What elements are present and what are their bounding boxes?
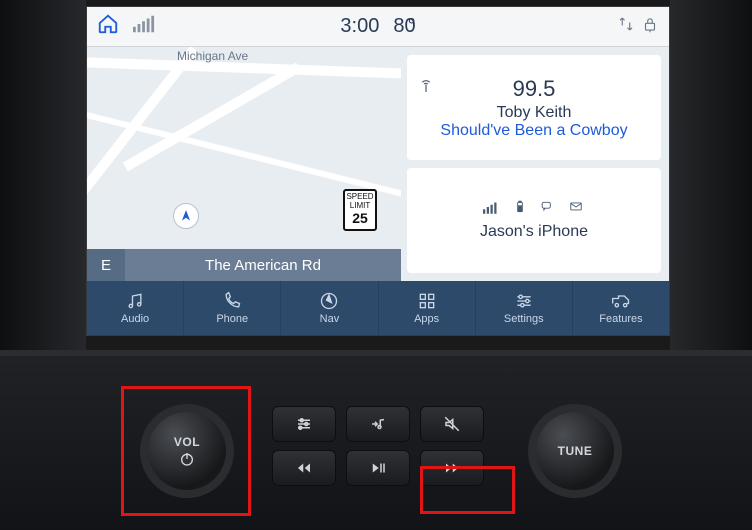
play-pause-button[interactable] [346, 450, 410, 486]
vehicle-cursor [173, 203, 199, 229]
infotainment-screen: 3:00 80° Michigan Ave SPEED LIM [86, 6, 670, 336]
prev-track-button[interactable] [272, 450, 336, 486]
truck-icon [610, 291, 632, 311]
artist-name: Toby Keith [497, 104, 572, 122]
tab-nav[interactable]: Nav [281, 281, 378, 335]
heading: E [87, 249, 125, 281]
tab-apps[interactable]: Apps [379, 281, 476, 335]
home-icon [97, 13, 119, 35]
song-title: Should've Been a Cowboy [440, 122, 627, 140]
radio-card[interactable]: 99.5 Toby Keith Should've Been a Cowboy [407, 55, 661, 160]
bezel-left [0, 0, 86, 350]
prev-icon [291, 459, 317, 477]
tab-audio[interactable]: Audio [87, 281, 184, 335]
traffic-icon[interactable] [617, 15, 635, 38]
radio-frequency: 99.5 [437, 76, 631, 102]
status-bar: 3:00 80° [87, 7, 669, 47]
temperature-unit: ° [408, 15, 416, 37]
signal-icon [483, 200, 501, 219]
map-panel[interactable]: Michigan Ave SPEED LIMIT 25 E The Americ… [87, 47, 401, 281]
speed-limit-sign: SPEED LIMIT 25 [343, 189, 377, 231]
tune-knob[interactable]: TUNE [528, 404, 622, 498]
sliders-icon [513, 291, 535, 311]
tab-bar: Audio Phone Nav Apps Settings Features [87, 281, 669, 335]
message-icon [539, 200, 557, 219]
main-area: Michigan Ave SPEED LIMIT 25 E The Americ… [87, 47, 669, 281]
phone-name: Jason's iPhone [480, 223, 588, 241]
mute-button[interactable] [420, 406, 484, 442]
street-name: The American Rd [125, 257, 401, 274]
lock-icon[interactable] [641, 15, 659, 38]
road-label: Michigan Ave [177, 49, 248, 63]
power-icon [179, 451, 195, 467]
home-button[interactable] [97, 13, 119, 40]
clock: 3:00 [340, 15, 379, 38]
next-track-button[interactable] [420, 450, 484, 486]
eq-button[interactable] [272, 406, 336, 442]
mail-icon [567, 200, 585, 219]
cards-column: 99.5 Toby Keith Should've Been a Cowboy … [401, 47, 669, 281]
volume-knob[interactable]: VOL [140, 404, 234, 498]
mute-icon [439, 415, 465, 433]
apps-icon [416, 291, 438, 311]
bezel-right [670, 0, 752, 350]
note-seek-icon [365, 415, 391, 433]
signal-icon [133, 15, 155, 38]
hard-button-grid [272, 406, 484, 486]
phone-icon [221, 291, 243, 311]
seek-note-button[interactable] [346, 406, 410, 442]
current-street-bar: E The American Rd [87, 249, 401, 281]
arrow-icon [179, 209, 193, 223]
tab-settings[interactable]: Settings [476, 281, 573, 335]
tab-features[interactable]: Features [573, 281, 669, 335]
play-pause-icon [365, 459, 391, 477]
next-icon [439, 459, 465, 477]
antenna-icon [417, 77, 437, 100]
sliders-icon [291, 415, 317, 433]
phone-card[interactable]: Jason's iPhone [407, 168, 661, 273]
tab-phone[interactable]: Phone [184, 281, 281, 335]
music-icon [124, 291, 146, 311]
control-panel: VOL TUNE [0, 350, 752, 530]
compass-icon [318, 291, 340, 311]
battery-icon [511, 200, 529, 219]
